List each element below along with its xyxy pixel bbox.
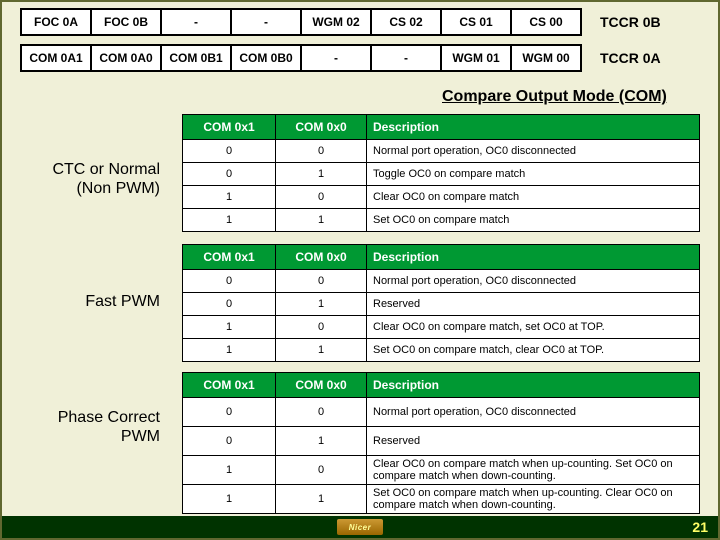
table-row: 00Normal port operation, OC0 disconnecte… — [183, 398, 700, 427]
tccr0b-row: FOC 0A FOC 0B - - WGM 02 CS 02 CS 01 CS … — [21, 9, 581, 35]
slide: FOC 0A FOC 0B - - WGM 02 CS 02 CS 01 CS … — [0, 0, 720, 540]
table-row: 11Set OC0 on compare match when up-count… — [183, 485, 700, 514]
table-row: 00Normal port operation, OC0 disconnecte… — [183, 270, 700, 293]
tccr0a-bit: WGM 01 — [441, 45, 511, 71]
footer-logo: Nicer — [337, 519, 383, 535]
col-com0x0: COM 0x0 — [276, 115, 367, 140]
table-row: 10Clear OC0 on compare match — [183, 186, 700, 209]
tccr0a-bit: COM 0B1 — [161, 45, 231, 71]
tccr0a-bit: - — [371, 45, 441, 71]
tccr0b-bit: CS 01 — [441, 9, 511, 35]
col-com0x1: COM 0x1 — [183, 373, 276, 398]
com-section-title: Compare Output Mode (COM) — [442, 88, 667, 106]
com-table-ctc: COM 0x1 COM 0x0 Description 00Normal por… — [182, 114, 700, 232]
tccr0a-table: COM 0A1 COM 0A0 COM 0B1 COM 0B0 - - WGM … — [20, 44, 582, 72]
tccr0a-bit: COM 0B0 — [231, 45, 301, 71]
col-com0x1: COM 0x1 — [183, 245, 276, 270]
tccr0a-bit: COM 0A0 — [91, 45, 161, 71]
tccr0b-bit: CS 02 — [371, 9, 441, 35]
table-row: 01Reserved — [183, 293, 700, 316]
table-row: 01Reserved — [183, 427, 700, 456]
tccr0a-label: TCCR 0A — [600, 50, 661, 66]
tccr0a-row: COM 0A1 COM 0A0 COM 0B1 COM 0B0 - - WGM … — [21, 45, 581, 71]
tccr0b-bit: CS 00 — [511, 9, 581, 35]
tccr0b-bit: - — [231, 9, 301, 35]
col-description: Description — [367, 245, 700, 270]
tccr0b-label: TCCR 0B — [600, 14, 661, 30]
tccr0b-bit: FOC 0B — [91, 9, 161, 35]
table-row: 01Toggle OC0 on compare match — [183, 163, 700, 186]
tccr0a-bit: - — [301, 45, 371, 71]
col-description: Description — [367, 115, 700, 140]
mode-label-fastpwm: Fast PWM — [20, 292, 160, 311]
col-description: Description — [367, 373, 700, 398]
col-com0x1: COM 0x1 — [183, 115, 276, 140]
tccr0b-bit: WGM 02 — [301, 9, 371, 35]
col-com0x0: COM 0x0 — [276, 373, 367, 398]
table-row: 10Clear OC0 on compare match when up-cou… — [183, 456, 700, 485]
com-table-fastpwm: COM 0x1 COM 0x0 Description 00Normal por… — [182, 244, 700, 362]
page-number: 21 — [692, 519, 708, 535]
com-table-phasecorrect: COM 0x1 COM 0x0 Description 00Normal por… — [182, 372, 700, 514]
mode-label-ctc: CTC or Normal (Non PWM) — [20, 160, 160, 198]
footer-bar: Nicer 21 — [2, 516, 718, 538]
table-row: 11Set OC0 on compare match, clear OC0 at… — [183, 339, 700, 362]
mode-label-phasecorrect: Phase Correct PWM — [20, 408, 160, 446]
tccr0a-bit: WGM 00 — [511, 45, 581, 71]
table-row: 11Set OC0 on compare match — [183, 209, 700, 232]
col-com0x0: COM 0x0 — [276, 245, 367, 270]
tccr0b-bit: - — [161, 9, 231, 35]
tccr0b-bit: FOC 0A — [21, 9, 91, 35]
table-row: 00Normal port operation, OC0 disconnecte… — [183, 140, 700, 163]
tccr0b-table: FOC 0A FOC 0B - - WGM 02 CS 02 CS 01 CS … — [20, 8, 582, 36]
table-row: 10Clear OC0 on compare match, set OC0 at… — [183, 316, 700, 339]
tccr0a-bit: COM 0A1 — [21, 45, 91, 71]
